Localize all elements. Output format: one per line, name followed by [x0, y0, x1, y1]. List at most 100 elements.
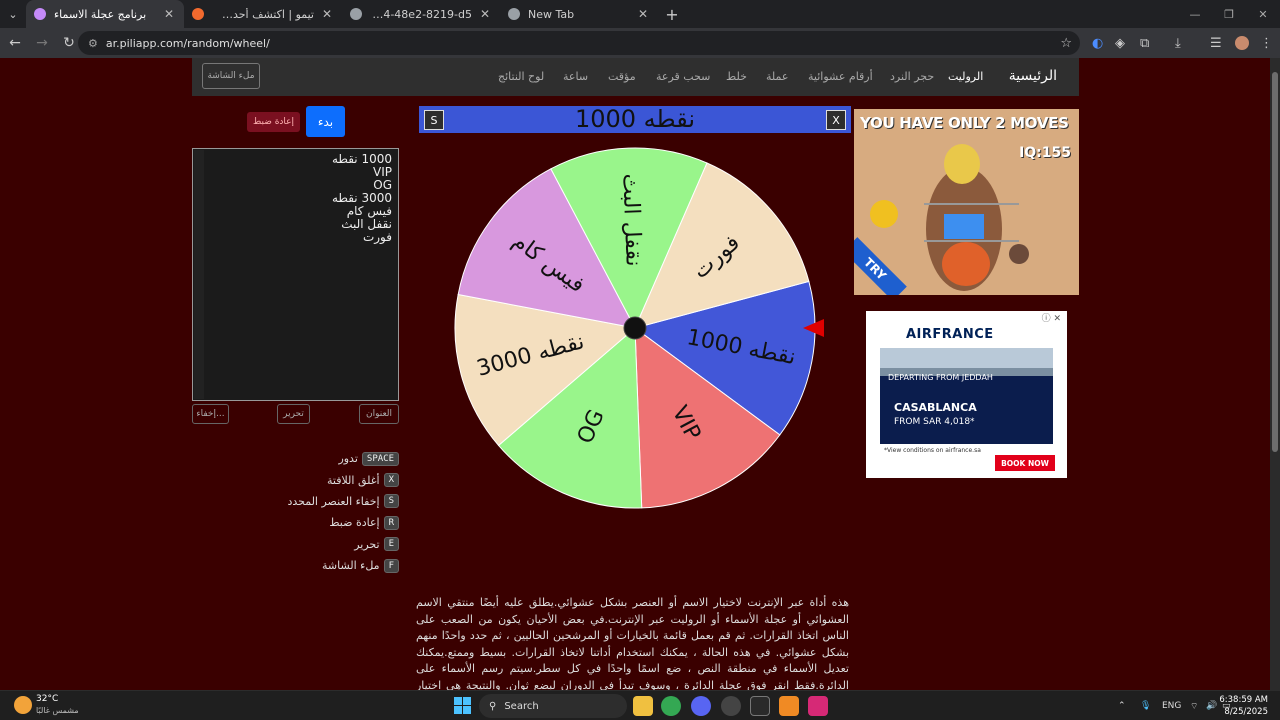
weather-temperature: 32°C: [36, 694, 59, 704]
shortcut-label: إخفاء العنصر المحدد: [287, 494, 380, 508]
microphone-icon[interactable]: 🎙: [1140, 691, 1151, 720]
shortcut-key: R: [383, 515, 399, 530]
extension-puzzle-icon[interactable]: ◈: [1115, 28, 1125, 58]
reading-list-icon[interactable]: ☰: [1210, 28, 1222, 58]
volume-icon[interactable]: 🔊: [1206, 691, 1217, 720]
shortcut-row: تحرير E: [199, 534, 399, 555]
bookmark-star-icon[interactable]: ☆: [1060, 36, 1072, 51]
maximize-icon[interactable]: ❐: [1212, 0, 1246, 28]
site-info-icon[interactable]: ⚙: [88, 37, 98, 50]
textarea-scrollbar[interactable]: [194, 150, 204, 399]
browser-tab-bar: ⌄ برنامج عجلة الاسماء ✕ تيمو | اكتشف أحدث …: [0, 0, 1280, 28]
tray-chevron-icon[interactable]: ⌃: [1118, 691, 1126, 720]
ad-info-icon[interactable]: ⓘ ✕: [1042, 311, 1061, 324]
shortcut-key: X: [383, 473, 399, 488]
nav-link[interactable]: لوح النتائج: [498, 70, 544, 83]
tab-close-icon[interactable]: ✕: [478, 7, 492, 21]
new-tab-button[interactable]: +: [658, 0, 686, 28]
clock-date: 8/25/2025: [1224, 707, 1268, 717]
nav-link[interactable]: الروليت: [948, 70, 983, 83]
name-line: VIP: [373, 165, 392, 179]
forward-icon[interactable]: →: [30, 35, 54, 51]
taskbar-clock[interactable]: 6:38:59 AM 8/25/2025: [1219, 694, 1268, 718]
shortcut-row: أغلق اللافتة X: [199, 469, 399, 490]
tab-favicon-icon: [192, 8, 204, 20]
url-text: ar.piliapp.com/random/wheel/: [105, 36, 270, 50]
menu-icon[interactable]: ⋮: [1260, 28, 1273, 58]
tab-close-icon[interactable]: ✕: [320, 7, 334, 21]
tab-title: تيمو | اكتشف أحدث الملابس والح...: [212, 7, 314, 21]
file-explorer-icon[interactable]: [633, 696, 653, 716]
chrome-icon[interactable]: [661, 696, 681, 716]
page-content: الرئيسية الروليت حجر النرد أرقام عشوائية عم…: [0, 58, 1270, 690]
discord-icon[interactable]: [691, 696, 711, 716]
address-bar[interactable]: ⚙ ar.piliapp.com/random/wheel/ ☆: [78, 31, 1080, 55]
tab-close-icon[interactable]: ✕: [636, 7, 650, 21]
airfrance-departing: DEPARTING FROM JEDDAH: [888, 373, 993, 382]
nav-link[interactable]: عملة: [766, 70, 788, 83]
nav-link[interactable]: سحب قرعة: [656, 70, 710, 83]
browser-tab[interactable]: تيمو | اكتشف أحدث الملابس والح... ✕: [184, 0, 342, 28]
tab-search-icon[interactable]: ⌄: [0, 0, 26, 28]
tab-title: برنامج عجلة الاسماء: [54, 7, 147, 21]
start-button[interactable]: بدء: [306, 106, 345, 137]
wheel-hub: [623, 316, 647, 340]
language-indicator[interactable]: ENG: [1162, 691, 1181, 720]
airfrance-book-button[interactable]: BOOK NOW: [995, 455, 1055, 471]
hide-selected-button[interactable]: S: [424, 110, 444, 130]
app-icon[interactable]: [721, 696, 741, 716]
profile-avatar[interactable]: [1235, 36, 1249, 50]
shortcut-key: S: [383, 494, 399, 509]
shortcut-key: SPACE: [361, 451, 399, 466]
extensions-icon[interactable]: ⧉: [1140, 28, 1149, 58]
clock-time: 6:38:59 AM: [1219, 695, 1268, 705]
vlc-icon[interactable]: [779, 696, 799, 716]
weather-condition: مشمس غالبًا: [36, 706, 79, 715]
minimize-icon[interactable]: —: [1178, 0, 1212, 28]
windows-start-icon[interactable]: [454, 697, 471, 714]
taskbar-search[interactable]: ⚲ Search: [479, 694, 627, 718]
nav-link[interactable]: مؤقت: [608, 70, 636, 83]
game-ad[interactable]: YOU HAVE ONLY 2 MOVES IQ:155 TRY: [854, 109, 1079, 295]
result-text: 1000 نقطه: [574, 105, 696, 133]
tab-favicon-icon: [350, 8, 362, 20]
shortcut-label: تحرير: [354, 537, 380, 551]
tab-close-icon[interactable]: ✕: [162, 7, 176, 21]
title-button[interactable]: العنوان: [359, 404, 399, 424]
shortcut-label: أغلق اللافتة: [327, 473, 380, 487]
instagram-icon[interactable]: [808, 696, 828, 716]
reset-button[interactable]: إعادة ضبط: [247, 112, 300, 132]
close-banner-button[interactable]: X: [826, 110, 846, 130]
airfrance-ad[interactable]: AIRFRANCE DEPARTING FROM JEDDAH CASABLAN…: [866, 311, 1067, 478]
tab-favicon-icon: [508, 8, 520, 20]
airfrance-city: CASABLANCA: [894, 401, 977, 414]
terminal-icon[interactable]: [750, 696, 770, 716]
edit-button[interactable]: تحرير: [277, 404, 310, 424]
description-text: هذه أداة عبر الإنترنت لاختيار الاسم أو ا…: [416, 596, 849, 690]
nav-home[interactable]: الرئيسية: [1009, 68, 1057, 84]
wifi-icon[interactable]: ⌔: [1190, 691, 1198, 720]
shortcut-key: E: [383, 537, 399, 552]
back-icon[interactable]: ←: [3, 35, 27, 51]
name-line: 1000 نقطه: [331, 152, 392, 166]
browser-tab[interactable]: 97328eb1-2d94-48e2-8219-d5... ✕: [342, 0, 500, 28]
download-icon[interactable]: ⤓: [1175, 28, 1181, 58]
nav-link[interactable]: خلط: [726, 70, 747, 83]
close-window-icon[interactable]: ✕: [1246, 0, 1280, 28]
shortcut-row: إخفاء العنصر المحدد S: [199, 491, 399, 512]
names-textarea[interactable]: 1000 نقطه VIP OG 3000 نقطه فيس كام نقفل البث ف…: [192, 148, 399, 401]
browser-tab[interactable]: New Tab ✕: [500, 0, 658, 28]
hide-button[interactable]: إخفاء...: [192, 404, 229, 424]
browser-tab[interactable]: برنامج عجلة الاسماء ✕: [26, 0, 184, 28]
extension-icon[interactable]: ◐: [1092, 28, 1103, 58]
weather-widget[interactable]: 32°C مشمس غالبًا: [14, 694, 79, 716]
nav-link[interactable]: حجر النرد: [890, 70, 934, 83]
airfrance-price: FROM SAR 4,018*: [894, 417, 975, 427]
airfrance-conditions: *View conditions on airfrance.sa: [884, 447, 981, 454]
page-scrollbar[interactable]: [1270, 58, 1280, 690]
name-wheel[interactable]: 1000 نقطهVIPOG3000 نقطهفيس كام نقفل البث ف…: [452, 147, 824, 511]
fullscreen-button[interactable]: ملء الشاشة: [202, 63, 260, 89]
nav-link[interactable]: ساعة: [563, 70, 588, 83]
scrollbar-thumb[interactable]: [1272, 72, 1278, 452]
nav-link[interactable]: أرقام عشوائية: [808, 70, 873, 83]
